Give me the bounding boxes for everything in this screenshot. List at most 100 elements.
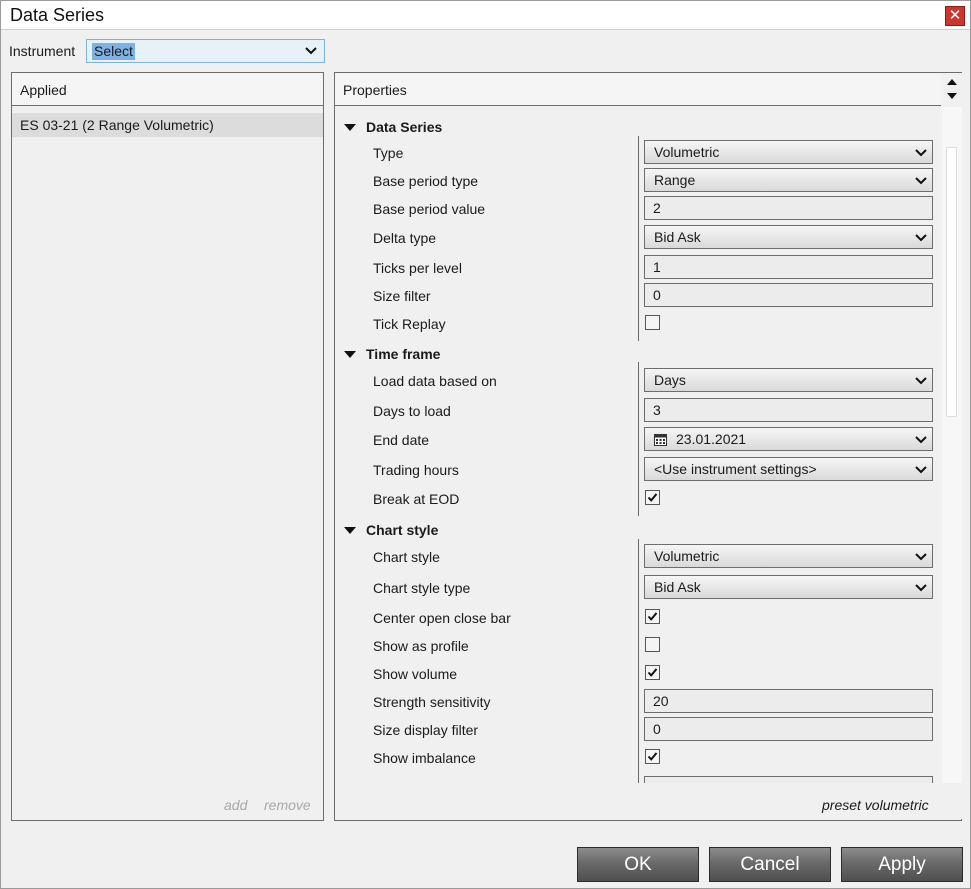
property-textbox[interactable]: 2 [644,196,933,220]
property-value: Days [654,372,686,388]
properties-header-label: Properties [343,82,407,98]
chevron-down-icon [915,234,927,242]
chevron-down-icon [915,436,927,444]
property-label: Break at EOD [373,491,460,507]
property-label: Chart style [373,549,440,565]
column-divider[interactable] [638,136,639,341]
properties-header: Properties [335,73,941,106]
category-header[interactable]: Data Series [366,119,442,135]
column-divider[interactable] [638,539,639,783]
column-divider[interactable] [638,767,639,783]
instrument-select[interactable]: Select [86,39,325,63]
property-label: Size display filter [373,722,479,738]
title-bar[interactable]: Data Series ✕ [1,1,970,30]
property-checkbox[interactable] [645,637,660,652]
property-value: <Use instrument settings> [654,461,817,477]
property-value: Range [654,172,696,188]
property-dropdown[interactable]: Bid Ask [644,575,933,599]
apply-button[interactable]: Apply [841,847,963,882]
window-title: Data Series [10,5,105,25]
applied-list-item[interactable]: ES 03-21 (2 Range Volumetric) [12,113,323,137]
property-value: 2 [653,200,661,216]
property-textbox[interactable]: 0 [644,283,933,307]
property-label: Show imbalance [373,750,476,766]
property-checkbox[interactable] [645,665,660,680]
chevron-down-icon [915,584,927,592]
collapse-triangle-icon[interactable] [344,124,356,132]
property-dropdown[interactable]: Bid Ask [644,225,933,249]
property-label: Strength sensitivity [373,694,491,710]
close-icon: ✕ [948,7,962,24]
property-label: Days to load [373,403,451,419]
property-value: 0 [653,721,661,737]
property-label: Size filter [373,288,431,304]
property-dropdown[interactable]: Volumetric [644,544,933,568]
chevron-down-icon [305,47,317,55]
data-series-dialog: Data Series ✕ Instrument Select Applied … [0,0,971,889]
property-label: Base period type [373,173,479,189]
property-checkbox[interactable] [645,749,660,764]
property-grid: Data Series Time frame Chart style Type Volu… [336,107,940,783]
property-textbox[interactable]: 20 [644,689,933,713]
property-value: 23.01.2021 [676,431,747,447]
property-dropdown[interactable]: <Use instrument settings> [644,457,933,481]
applied-panel: Applied ES 03-21 (2 Range Volumetric) ad… [11,72,324,821]
property-label: Tick Replay [373,316,446,332]
properties-scrollbar[interactable] [942,73,962,819]
property-textbox[interactable]: 0 [644,717,933,741]
applied-header-label: Applied [20,82,67,98]
property-value: Bid Ask [654,229,701,245]
checkmark-icon [647,752,658,761]
property-label: Base period value [373,201,486,217]
property-label: Delta type [373,230,437,246]
instrument-label: Instrument [9,43,76,59]
remove-link[interactable]: remove [264,797,311,813]
chevron-down-icon [915,377,927,385]
property-label: Show volume [373,666,458,682]
applied-header: Applied [12,73,323,106]
chevron-down-icon [915,553,927,561]
scroll-down-icon[interactable] [946,92,958,100]
property-textbox[interactable]: 1 [644,255,933,279]
chevron-down-icon [915,466,927,474]
checkmark-icon [647,612,658,621]
column-divider[interactable] [638,362,639,516]
property-value: Bid Ask [654,579,701,595]
collapse-triangle-icon[interactable] [344,527,356,535]
checkmark-icon [647,493,658,502]
property-textbox[interactable] [644,776,933,783]
property-checkbox[interactable] [645,490,660,505]
category-header[interactable]: Time frame [366,346,440,362]
property-textbox[interactable]: 3 [644,398,933,422]
property-value: 20 [653,693,669,709]
property-dropdown[interactable]: Volumetric [644,140,933,164]
close-button[interactable]: ✕ [945,6,965,26]
property-label: Chart style type [373,580,471,596]
property-value: Volumetric [654,144,720,160]
property-value: 0 [653,287,661,303]
scroll-track[interactable] [942,107,962,783]
instrument-select-value: Select [92,43,135,60]
property-dropdown[interactable]: Days [644,368,933,392]
property-dropdown[interactable]: Range [644,168,933,192]
chevron-down-icon [915,177,927,185]
date-picker[interactable]: 23.01.2021 [644,427,933,451]
property-checkbox[interactable] [645,609,660,624]
property-value: 3 [653,402,661,418]
collapse-triangle-icon[interactable] [344,351,356,359]
category-header[interactable]: Chart style [366,522,438,538]
scroll-up-icon[interactable] [946,78,958,86]
property-label: Trading hours [373,462,459,478]
cancel-button[interactable]: Cancel [709,847,831,882]
scroll-thumb[interactable] [946,147,957,417]
property-label: Type [373,145,404,161]
preset-label[interactable]: preset volumetric [822,797,929,813]
property-value: 1 [653,259,661,275]
calendar-icon [654,434,667,446]
chevron-down-icon [915,149,927,157]
checkmark-icon [647,668,658,677]
property-checkbox[interactable] [645,315,660,330]
ok-button[interactable]: OK [577,847,699,882]
property-value: Volumetric [654,548,720,564]
add-link[interactable]: add [224,797,247,813]
